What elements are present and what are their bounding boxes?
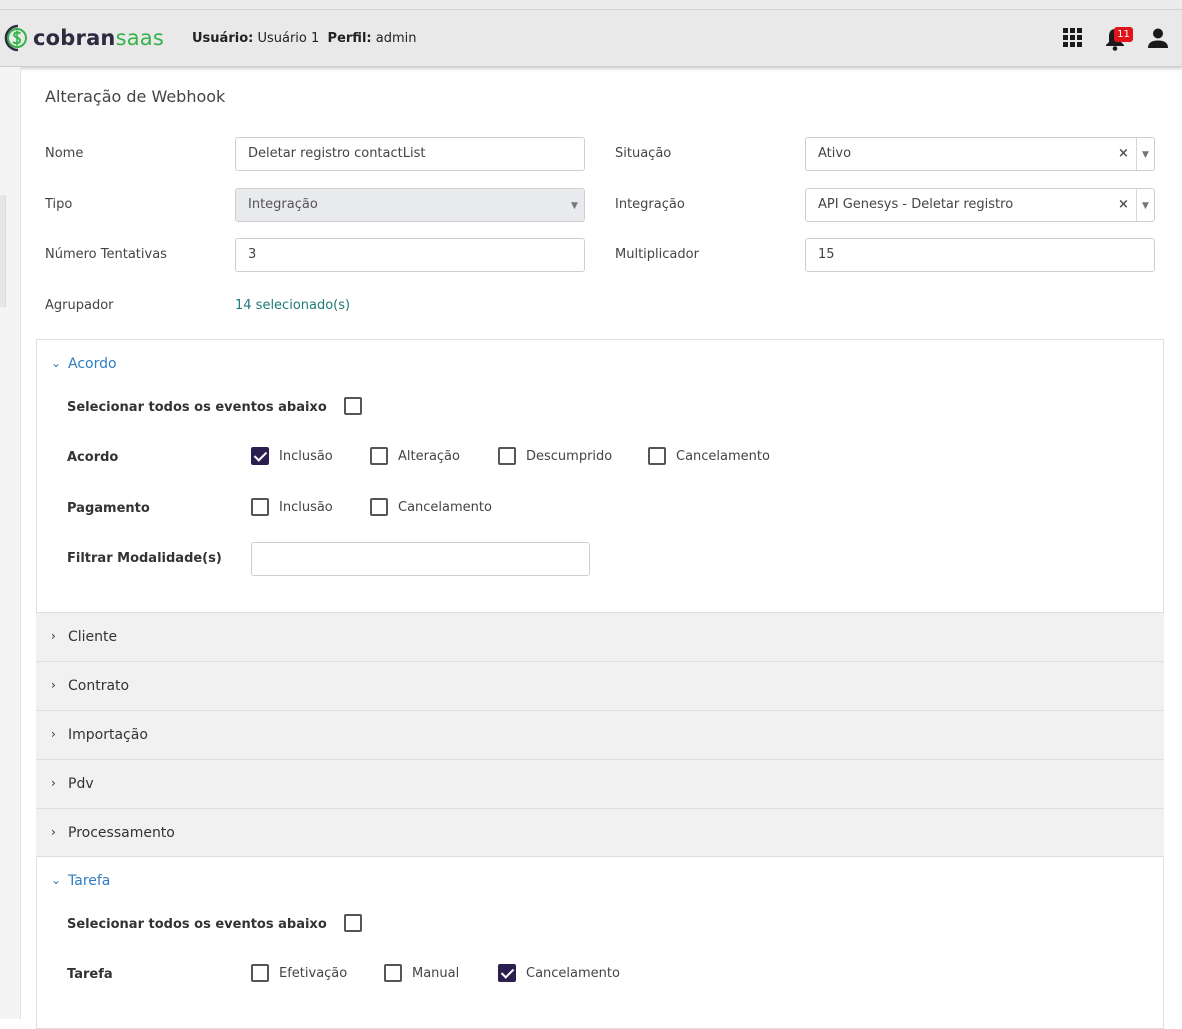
tarefa-manual-label: Manual — [412, 966, 460, 981]
sidebar — [0, 67, 21, 1019]
accordion-title: Contrato — [68, 678, 130, 694]
user-label: Usuário: — [192, 31, 254, 46]
select-divider — [1136, 138, 1137, 170]
acordo-descumprido-checkbox[interactable] — [498, 447, 516, 465]
integracao-label: Integração — [615, 197, 685, 212]
user-info: Usuário: Usuário 1 Perfil: admin — [192, 31, 416, 46]
chevron-right-icon: › — [51, 678, 56, 692]
select-all-checkbox[interactable] — [344, 914, 362, 932]
chevron-down-icon[interactable]: ▼ — [1142, 150, 1149, 160]
acordo-alteracao-label: Alteração — [398, 449, 460, 464]
acordo-descumprido-label: Descumprido — [526, 449, 613, 464]
profile-value: admin — [375, 31, 417, 46]
app-header: cobransaas Usuário: Usuário 1 Perfil: ad… — [0, 10, 1182, 67]
accordion-title: Acordo — [68, 356, 117, 372]
tarefa-cancelamento-label: Cancelamento — [526, 966, 620, 981]
acordo-row-label: Acordo — [67, 450, 119, 465]
accordion-title: Cliente — [68, 629, 118, 645]
sidebar-handle[interactable] — [0, 195, 6, 307]
filtrar-modalidade-input[interactable] — [251, 542, 590, 576]
nome-label: Nome — [45, 146, 84, 161]
tarefa-efetivacao-checkbox[interactable] — [251, 964, 269, 982]
chevron-down-icon: ⌄ — [51, 873, 62, 887]
clear-situacao-icon[interactable]: × — [1118, 146, 1129, 161]
tentativas-input[interactable]: 3 — [235, 238, 585, 272]
pagamento-inclusao-label: Inclusão — [279, 500, 333, 515]
acordo-alteracao-checkbox[interactable] — [370, 447, 388, 465]
pagamento-inclusao-checkbox[interactable] — [251, 498, 269, 516]
tentativas-label: Número Tentativas — [45, 247, 167, 262]
accordion-title: Processamento — [68, 825, 175, 841]
accordion-tarefa[interactable]: ⌄ Tarefa — [36, 856, 1164, 905]
select-all-label: Selecionar todos os eventos abaixo — [67, 400, 327, 415]
clear-integracao-icon[interactable]: × — [1118, 197, 1129, 212]
chevron-right-icon: › — [51, 776, 56, 790]
select-divider — [1136, 189, 1137, 221]
logo-mark-icon — [2, 24, 30, 52]
tipo-select: Integração — [235, 188, 585, 222]
accordion-cliente[interactable]: › Cliente — [36, 612, 1164, 661]
pagamento-row-label: Pagamento — [67, 501, 150, 516]
chevron-right-icon: › — [51, 825, 56, 839]
accordion-title: Pdv — [68, 776, 94, 792]
agrupador-label: Agrupador — [45, 298, 114, 313]
acordo-inclusao-label: Inclusão — [279, 449, 333, 464]
chevron-down-icon[interactable]: ▼ — [1142, 201, 1149, 211]
person-icon[interactable] — [1147, 27, 1169, 53]
accordion-contrato[interactable]: › Contrato — [36, 661, 1164, 710]
accordion-importacao[interactable]: › Importação — [36, 710, 1164, 759]
browser-top-strip — [0, 0, 1182, 10]
profile-label: Perfil: — [327, 31, 372, 46]
acordo-cancelamento-label: Cancelamento — [676, 449, 770, 464]
select-all-checkbox[interactable] — [344, 397, 362, 415]
situacao-select[interactable]: Ativo — [805, 137, 1155, 171]
tarefa-cancelamento-checkbox[interactable] — [498, 964, 516, 982]
accordion-pdv[interactable]: › Pdv — [36, 759, 1164, 808]
chevron-right-icon: › — [51, 629, 56, 643]
tarefa-efetivacao-label: Efetivação — [279, 966, 348, 981]
accordion-processamento[interactable]: › Processamento — [36, 808, 1164, 857]
multiplicador-input[interactable]: 15 — [805, 238, 1155, 272]
chevron-right-icon: › — [51, 727, 56, 741]
situacao-label: Situação — [615, 146, 672, 161]
tarefa-row-label: Tarefa — [67, 967, 113, 982]
notifications-badge: 11 — [1114, 27, 1133, 42]
integracao-value: API Genesys - Deletar registro — [818, 197, 1014, 212]
chevron-down-icon: ⌄ — [51, 356, 62, 370]
tipo-value: Integração — [248, 197, 318, 212]
integracao-select[interactable]: API Genesys - Deletar registro — [805, 188, 1155, 222]
accordion-title: Tarefa — [68, 873, 111, 889]
pagamento-cancelamento-checkbox[interactable] — [370, 498, 388, 516]
pagamento-cancelamento-label: Cancelamento — [398, 500, 492, 515]
accordion-acordo[interactable]: ⌄ Acordo — [36, 340, 1164, 389]
agrupador-multiselect[interactable]: 14 selecionado(s) — [235, 298, 350, 313]
acordo-inclusao-checkbox[interactable] — [251, 447, 269, 465]
user-value: Usuário 1 — [257, 31, 320, 46]
logo[interactable]: cobransaas — [2, 23, 164, 53]
multiplicador-label: Multiplicador — [615, 247, 699, 262]
tarefa-manual-checkbox[interactable] — [384, 964, 402, 982]
acordo-cancelamento-checkbox[interactable] — [648, 447, 666, 465]
accordion-title: Importação — [68, 727, 148, 743]
chevron-down-icon: ▼ — [571, 201, 578, 211]
filtrar-modalidade-label: Filtrar Modalidade(s) — [67, 551, 222, 566]
grid-icon[interactable] — [1062, 27, 1083, 52]
select-all-label: Selecionar todos os eventos abaixo — [67, 917, 327, 932]
situacao-value: Ativo — [818, 146, 852, 161]
nome-input[interactable]: Deletar registro contactList — [235, 137, 585, 171]
tipo-label: Tipo — [45, 197, 73, 212]
logo-text: cobransaas — [33, 26, 165, 50]
page-title: Alteração de Webhook — [45, 87, 226, 106]
